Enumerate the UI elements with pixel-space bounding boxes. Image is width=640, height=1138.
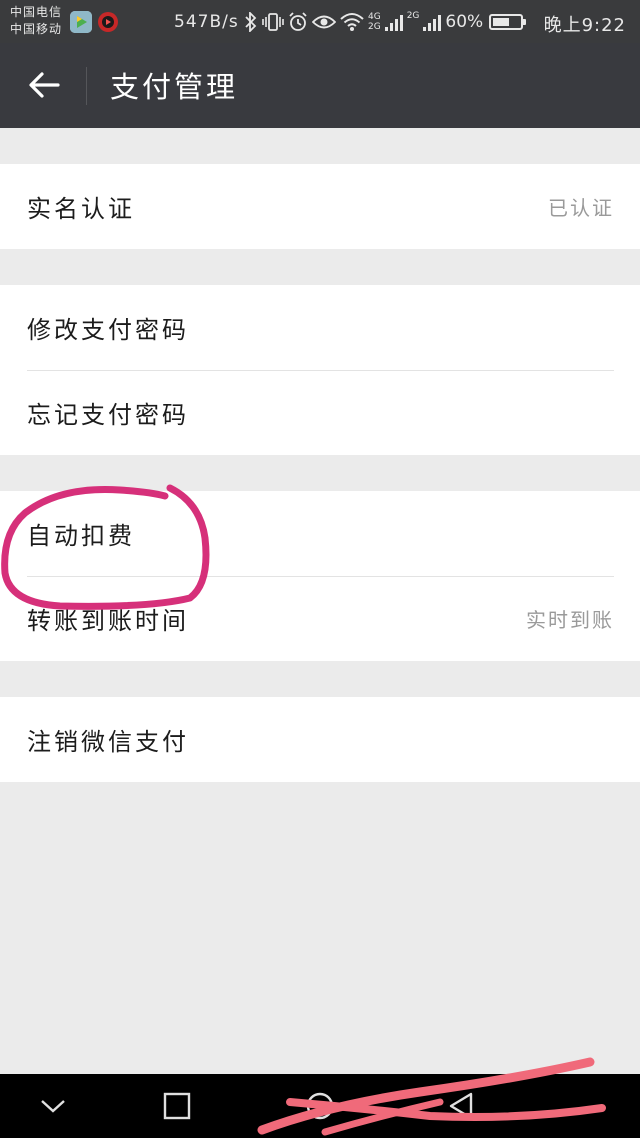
status-bar: 中国电信 中国移动 547B/s 4G 2G 2G 60% 晚上9:22 [0, 0, 640, 43]
alarm-icon [288, 12, 308, 32]
row-label: 实名认证 [27, 195, 135, 223]
group-cancel: 注销微信支付 [0, 697, 640, 782]
navigation-bar [0, 1074, 640, 1138]
recents-button[interactable] [157, 1086, 197, 1126]
row-cancel-wechat-pay[interactable]: 注销微信支付 [0, 697, 640, 782]
battery-percent: 60% [445, 12, 484, 32]
carrier-1: 中国电信 [10, 5, 63, 19]
clock: 晚上9:22 [543, 15, 626, 36]
battery-icon [489, 14, 527, 30]
title-bar: 支付管理 [0, 43, 640, 128]
music-app-icon [97, 11, 119, 33]
eye-icon [312, 13, 336, 31]
carrier-2: 中国移动 [10, 22, 63, 36]
chevron-down-icon [41, 1100, 65, 1113]
bluetooth-icon [244, 12, 258, 32]
back-button[interactable] [24, 65, 64, 105]
row-change-password[interactable]: 修改支付密码 [0, 285, 640, 370]
network-type-2-label: 2G [406, 11, 420, 21]
signal-icon [384, 13, 403, 31]
row-transfer-time[interactable]: 转账到账时间 实时到账 [0, 576, 640, 661]
row-label: 转账到账时间 [27, 607, 189, 635]
circle-icon [306, 1092, 334, 1120]
network-type-label: 4G 2G [368, 12, 381, 32]
status-icons: 4G 2G 2G 60% [244, 10, 527, 34]
triangle-back-icon [449, 1092, 473, 1120]
row-real-name-auth[interactable]: 实名认证 已认证 [0, 164, 640, 249]
square-icon [163, 1092, 191, 1120]
row-label: 修改支付密码 [27, 316, 189, 344]
signal-icon [423, 13, 442, 31]
row-label: 忘记支付密码 [27, 401, 189, 429]
group-verification: 实名认证 已认证 [0, 164, 640, 249]
row-value: 实时到账 [526, 608, 614, 632]
vibrate-icon [262, 12, 284, 32]
nav-back-button[interactable] [441, 1086, 481, 1126]
arrow-left-icon [29, 72, 60, 98]
video-app-icon [70, 11, 92, 33]
row-auto-deduction[interactable]: 自动扣费 [0, 491, 640, 576]
row-label: 注销微信支付 [27, 728, 189, 756]
wifi-icon [340, 12, 364, 32]
page-title: 支付管理 [110, 70, 239, 104]
group-password: 修改支付密码 忘记支付密码 [0, 285, 640, 455]
row-value: 已认证 [548, 196, 614, 220]
group-deduction: 自动扣费 转账到账时间 实时到账 [0, 491, 640, 661]
net-speed: 547B/s [174, 12, 239, 32]
row-label: 自动扣费 [27, 522, 135, 550]
title-divider [86, 67, 87, 105]
carrier-labels: 中国电信 中国移动 [10, 4, 62, 38]
hide-nav-button[interactable] [33, 1086, 73, 1126]
home-button[interactable] [300, 1086, 340, 1126]
row-forgot-password[interactable]: 忘记支付密码 [0, 370, 640, 455]
